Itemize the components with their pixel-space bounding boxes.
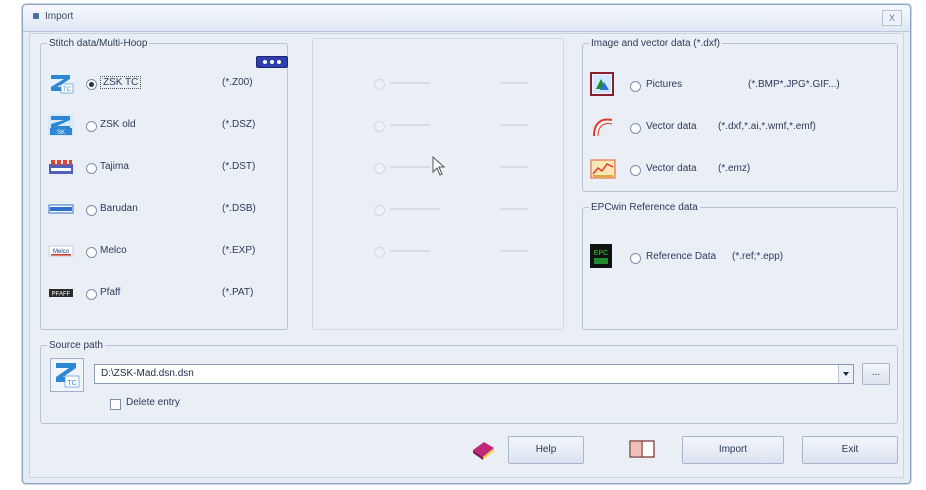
format-option-pfaff[interactable]: PFAFF Pfaff (*.PAT) xyxy=(48,282,278,306)
multi-hoop-icon xyxy=(256,56,288,68)
ext-melco: (*.EXP) xyxy=(222,245,256,256)
format-option-vector-data-emz[interactable]: Vector data (*.emz) xyxy=(590,158,890,182)
mouse-cursor-icon xyxy=(432,155,446,176)
radio-zsk-tc[interactable] xyxy=(86,79,97,90)
radio-pfaff[interactable] xyxy=(86,289,97,300)
disabled-radio xyxy=(374,205,385,216)
radio-vector-data[interactable] xyxy=(630,123,641,134)
label-melco: Melco xyxy=(100,245,127,256)
barudan-icon xyxy=(48,198,74,220)
source-path-combobox[interactable]: D:\ZSK-Mad.dsn.dsn xyxy=(94,364,854,384)
pfaff-icon: PFAFF xyxy=(48,282,74,304)
label-barudan: Barudan xyxy=(100,203,138,214)
label-vector-data-emz: Vector data xyxy=(646,163,697,174)
format-option-reference-data[interactable]: EPC Reference Data (*.ref;*.epp) xyxy=(590,244,890,270)
radio-pictures[interactable] xyxy=(630,81,641,92)
label-reference-data: Reference Data xyxy=(646,251,717,262)
ext-barudan: (*.DSB) xyxy=(222,203,256,214)
vector-curve-icon xyxy=(590,116,616,138)
dialog-body: Stitch data/Multi-Hoop TC ZSK TC (*.Z00)… xyxy=(29,33,904,478)
format-option-pictures[interactable]: Pictures (*.BMP*.JPG*.GIF...) xyxy=(590,72,890,98)
disabled-option-row xyxy=(360,156,560,180)
ext-tajima: (*.DST) xyxy=(222,161,256,172)
disabled-ext xyxy=(500,208,528,210)
format-option-barudan[interactable]: Barudan (*.DSB) xyxy=(48,198,278,222)
disabled-radio xyxy=(374,247,385,258)
help-book-icon xyxy=(470,436,496,462)
vector-chart-icon xyxy=(590,158,616,180)
svg-text:TC: TC xyxy=(63,87,72,93)
radio-barudan[interactable] xyxy=(86,205,97,216)
source-path-value: D:\ZSK-Mad.dsn.dsn xyxy=(101,368,194,379)
chevron-down-icon[interactable] xyxy=(838,365,853,383)
radio-melco[interactable] xyxy=(86,247,97,258)
image-vector-legend: Image and vector data (*.dxf) xyxy=(591,38,720,49)
import-dialog: Import X Stitch data/Multi-Hoop TC ZSK T… xyxy=(22,4,911,484)
label-pictures: Pictures xyxy=(646,79,683,90)
format-option-zsk-tc[interactable]: TC ZSK TC (*.Z00) xyxy=(48,72,278,96)
disabled-label xyxy=(390,124,430,126)
import-button[interactable]: Import xyxy=(682,436,784,464)
close-button[interactable]: X xyxy=(882,10,902,26)
exit-button[interactable]: Exit xyxy=(802,436,898,464)
delete-entry-checkbox[interactable] xyxy=(110,399,121,410)
open-book-icon xyxy=(628,437,656,461)
help-button[interactable]: Help xyxy=(508,436,584,464)
ext-pictures: (*.BMP*.JPG*.GIF...) xyxy=(748,79,840,90)
disabled-label xyxy=(390,250,430,252)
disabled-label xyxy=(390,166,430,168)
format-option-tajima[interactable]: Tajima (*.DST) xyxy=(48,156,278,180)
format-option-melco[interactable]: Melco Melco (*.EXP) xyxy=(48,240,278,264)
tajima-icon xyxy=(48,156,74,178)
label-zsk-old: ZSK old xyxy=(100,119,136,130)
picture-icon xyxy=(590,72,614,96)
window-icon xyxy=(33,13,39,19)
disabled-ext xyxy=(500,166,528,168)
disabled-radio xyxy=(374,79,385,90)
ext-zsk-tc: (*.Z00) xyxy=(222,77,253,88)
disabled-label xyxy=(390,82,430,84)
stitch-data-legend: Stitch data/Multi-Hoop xyxy=(49,38,148,49)
disabled-ext xyxy=(500,250,528,252)
disabled-option-row xyxy=(360,240,560,264)
disabled-radio xyxy=(374,121,385,132)
radio-reference-data[interactable] xyxy=(630,253,641,264)
ext-vector-data: (*.dxf,*.ai,*.wmf,*.emf) xyxy=(718,121,816,132)
label-tajima: Tajima xyxy=(100,161,129,172)
format-option-zsk-old[interactable]: SK ZSK old (*.DSZ) xyxy=(48,114,278,138)
disabled-radio xyxy=(374,163,385,174)
disabled-ext xyxy=(500,124,528,126)
svg-text:SK: SK xyxy=(57,130,65,136)
radio-tajima[interactable] xyxy=(86,163,97,174)
source-path-legend: Source path xyxy=(49,340,103,351)
reference-data-icon: EPC xyxy=(590,244,612,268)
radio-zsk-old[interactable] xyxy=(86,121,97,132)
label-pfaff: Pfaff xyxy=(100,287,121,298)
disabled-label xyxy=(390,208,440,210)
ext-zsk-old: (*.DSZ) xyxy=(222,119,256,130)
browse-button[interactable]: ... xyxy=(862,363,890,385)
disabled-option-row xyxy=(360,114,560,138)
svg-text:PFAFF: PFAFF xyxy=(52,292,71,298)
ext-pfaff: (*.PAT) xyxy=(222,287,254,298)
label-zsk-tc: ZSK TC xyxy=(100,76,142,89)
radio-vector-data-emz[interactable] xyxy=(630,165,641,176)
epcwin-reference-legend: EPCwin Reference data xyxy=(591,202,698,213)
format-option-vector-data[interactable]: Vector data (*.dxf,*.ai,*.wmf,*.emf) xyxy=(590,116,890,140)
disabled-option-row xyxy=(360,198,560,222)
zsk-old-icon: SK xyxy=(48,114,74,136)
source-path-icon[interactable]: TC xyxy=(50,358,84,392)
svg-text:TC: TC xyxy=(67,380,76,387)
label-vector-data: Vector data xyxy=(646,121,697,132)
disabled-option-row xyxy=(360,72,560,96)
svg-text:EPC: EPC xyxy=(594,250,608,257)
title-bar[interactable]: Import X xyxy=(23,5,910,32)
delete-entry-label: Delete entry xyxy=(126,397,180,408)
ext-reference-data: (*.ref;*.epp) xyxy=(732,251,784,262)
window-title: Import xyxy=(45,11,74,22)
ext-vector-data-emz: (*.emz) xyxy=(718,163,751,174)
zsk-tc-icon: TC xyxy=(48,72,74,94)
disabled-ext xyxy=(500,82,528,84)
melco-icon: Melco xyxy=(48,240,74,262)
